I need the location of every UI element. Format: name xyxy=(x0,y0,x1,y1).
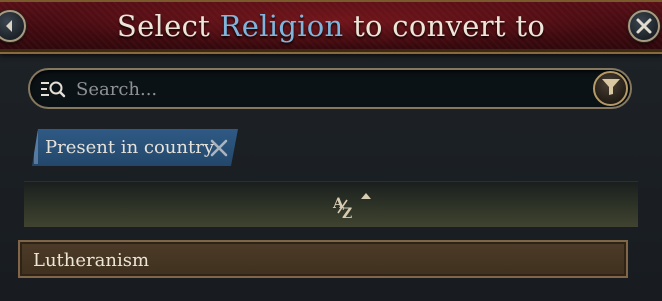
search-list-icon xyxy=(39,79,67,99)
close-icon xyxy=(635,17,653,35)
title-suffix: to convert to xyxy=(353,9,546,43)
search-bar xyxy=(28,68,632,109)
list-item-lutheranism[interactable]: Lutheranism xyxy=(18,240,628,278)
header-bar: Select Religion to convert to xyxy=(0,0,662,54)
filter-chip-present-in-country: Present in country xyxy=(32,129,238,166)
close-button[interactable] xyxy=(628,10,660,42)
religion-selection-window: Select Religion to convert to Present in… xyxy=(0,0,662,301)
title-highlight: Religion xyxy=(219,9,344,43)
filter-chip-label: Present in country xyxy=(45,137,214,158)
sort-alphabetical-ascending-icon: A Z xyxy=(331,193,379,225)
sort-alphabetical-button[interactable]: A Z xyxy=(331,191,379,222)
title-prefix: Select xyxy=(116,9,211,43)
svg-text:Z: Z xyxy=(342,206,352,221)
page-title: Select Religion to convert to xyxy=(0,9,662,43)
search-input[interactable] xyxy=(76,76,576,102)
sort-bar: A Z xyxy=(24,181,638,227)
filter-button[interactable] xyxy=(593,71,628,106)
list-item-label: Lutheranism xyxy=(33,250,150,271)
funnel-icon xyxy=(601,78,621,100)
remove-filter-x-icon[interactable] xyxy=(209,138,229,158)
